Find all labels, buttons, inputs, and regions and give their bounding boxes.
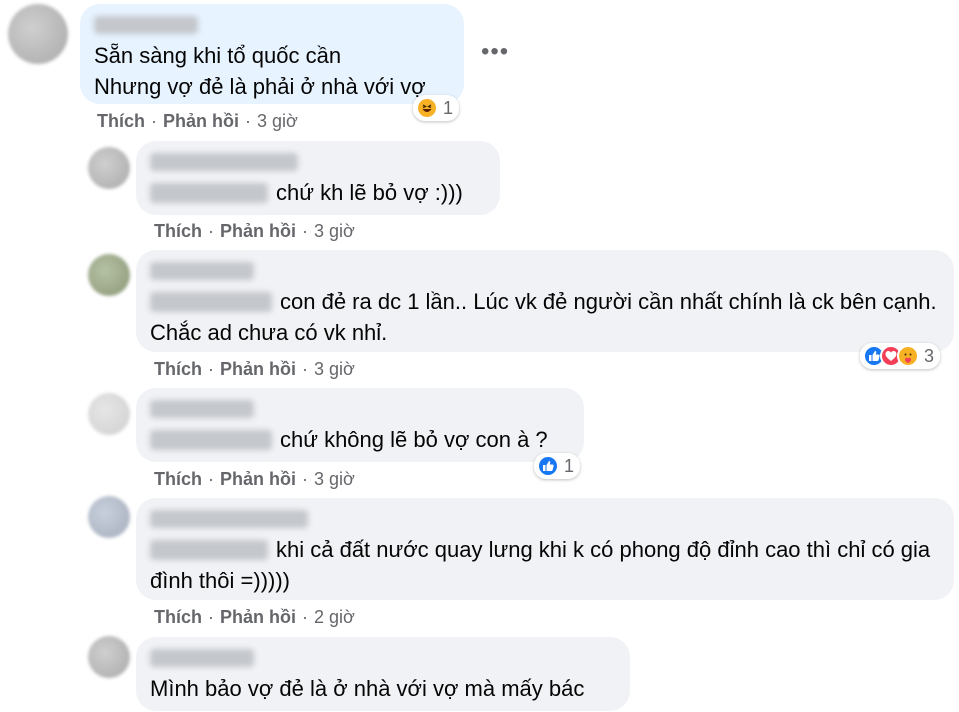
comment-actions: Thích · Phản hồi · 3 giờ xyxy=(97,111,298,132)
more-options-icon[interactable]: ••• xyxy=(481,40,509,64)
avatar[interactable] xyxy=(88,496,130,538)
blurred-mention[interactable] xyxy=(150,183,268,203)
avatar[interactable] xyxy=(8,4,68,64)
separator-dot: · xyxy=(245,111,251,131)
reaction-count: 1 xyxy=(564,455,575,476)
comment-bubble: con đẻ ra dc 1 lần.. Lúc vk đẻ người cần… xyxy=(136,250,954,352)
like-button[interactable]: Thích xyxy=(154,607,202,627)
comment-actions: Thích · Phản hồi · 2 giờ xyxy=(154,607,355,628)
blurred-author-name[interactable] xyxy=(150,649,254,667)
blurred-author-name[interactable] xyxy=(150,262,254,280)
separator-dot: · xyxy=(302,359,308,379)
avatar[interactable] xyxy=(88,254,130,296)
comment-text-line: Nhưng vợ đẻ là phải ở nhà với vợ xyxy=(94,74,426,99)
reaction-count: 3 xyxy=(924,345,935,366)
separator-dot: · xyxy=(208,469,214,489)
comment-actions: Thích · Phản hồi · 3 giờ xyxy=(154,469,355,490)
comment-text-body: chứ không lẽ bỏ vợ con à ? xyxy=(280,427,548,452)
avatar[interactable] xyxy=(88,636,130,678)
separator-dot: · xyxy=(208,221,214,241)
comment-text: chứ không lẽ bỏ vợ con à ? xyxy=(150,424,570,455)
blurred-mention[interactable] xyxy=(150,540,268,560)
comment-text-line: Sẵn sàng khi tổ quốc cần xyxy=(94,43,342,68)
reply-button[interactable]: Phản hồi xyxy=(163,111,239,131)
comment-text: chứ kh lẽ bỏ vợ :))) xyxy=(150,177,486,208)
comment-bubble: chứ kh lẽ bỏ vợ :))) xyxy=(136,141,500,215)
comment-timestamp[interactable]: 3 giờ xyxy=(314,359,355,379)
reply-button[interactable]: Phản hồi xyxy=(220,607,296,627)
comment-text-body: chứ kh lẽ bỏ vợ :))) xyxy=(276,180,463,205)
blurred-mention[interactable] xyxy=(150,292,272,312)
blurred-mention[interactable] xyxy=(150,430,272,450)
comment-actions: Thích · Phản hồi · 3 giờ xyxy=(154,359,355,380)
reply-button[interactable]: Phản hồi xyxy=(220,359,296,379)
reaction-count: 1 xyxy=(443,97,454,118)
care-icon xyxy=(897,345,919,367)
comment-bubble: chứ không lẽ bỏ vợ con à ? xyxy=(136,388,584,462)
separator-dot: · xyxy=(302,469,308,489)
blurred-author-name[interactable] xyxy=(150,400,254,418)
like-button[interactable]: Thích xyxy=(97,111,145,131)
comment-actions: Thích · Phản hồi · 3 giờ xyxy=(154,221,355,242)
comment-bubble: Sẵn sàng khi tổ quốc cần Nhưng vợ đẻ là … xyxy=(80,4,464,104)
avatar[interactable] xyxy=(88,393,130,435)
comment-timestamp[interactable]: 3 giờ xyxy=(314,221,355,241)
comment-bubble: Mình bảo vợ đẻ là ở nhà với vợ mà mấy bá… xyxy=(136,637,630,711)
like-button[interactable]: Thích xyxy=(154,359,202,379)
like-button[interactable]: Thích xyxy=(154,469,202,489)
reply-button[interactable]: Phản hồi xyxy=(220,221,296,241)
separator-dot: · xyxy=(302,221,308,241)
avatar[interactable] xyxy=(88,147,130,189)
comment-text: con đẻ ra dc 1 lần.. Lúc vk đẻ người cần… xyxy=(150,286,940,348)
comment-timestamp[interactable]: 2 giờ xyxy=(314,607,355,627)
haha-icon xyxy=(416,97,438,119)
comment-timestamp[interactable]: 3 giờ xyxy=(257,111,298,131)
comment-bubble: khi cả đất nước quay lưng khi k có phong… xyxy=(136,498,954,600)
separator-dot: · xyxy=(208,359,214,379)
separator-dot: · xyxy=(208,607,214,627)
blurred-author-name[interactable] xyxy=(150,153,298,171)
comment-text-body: Mình bảo vợ đẻ là ở nhà với vợ mà mấy bá… xyxy=(150,676,585,701)
reaction-summary[interactable]: 1 xyxy=(413,95,460,121)
separator-dot: · xyxy=(302,607,308,627)
separator-dot: · xyxy=(151,111,157,131)
like-icon xyxy=(537,455,559,477)
like-button[interactable]: Thích xyxy=(154,221,202,241)
comment-timestamp[interactable]: 3 giờ xyxy=(314,469,355,489)
comment-text: khi cả đất nước quay lưng khi k có phong… xyxy=(150,534,940,596)
reaction-summary[interactable]: 3 xyxy=(860,343,941,369)
blurred-author-name[interactable] xyxy=(150,510,308,528)
reply-button[interactable]: Phản hồi xyxy=(220,469,296,489)
reaction-summary[interactable]: 1 xyxy=(534,453,581,479)
blurred-author-name[interactable] xyxy=(94,16,198,34)
